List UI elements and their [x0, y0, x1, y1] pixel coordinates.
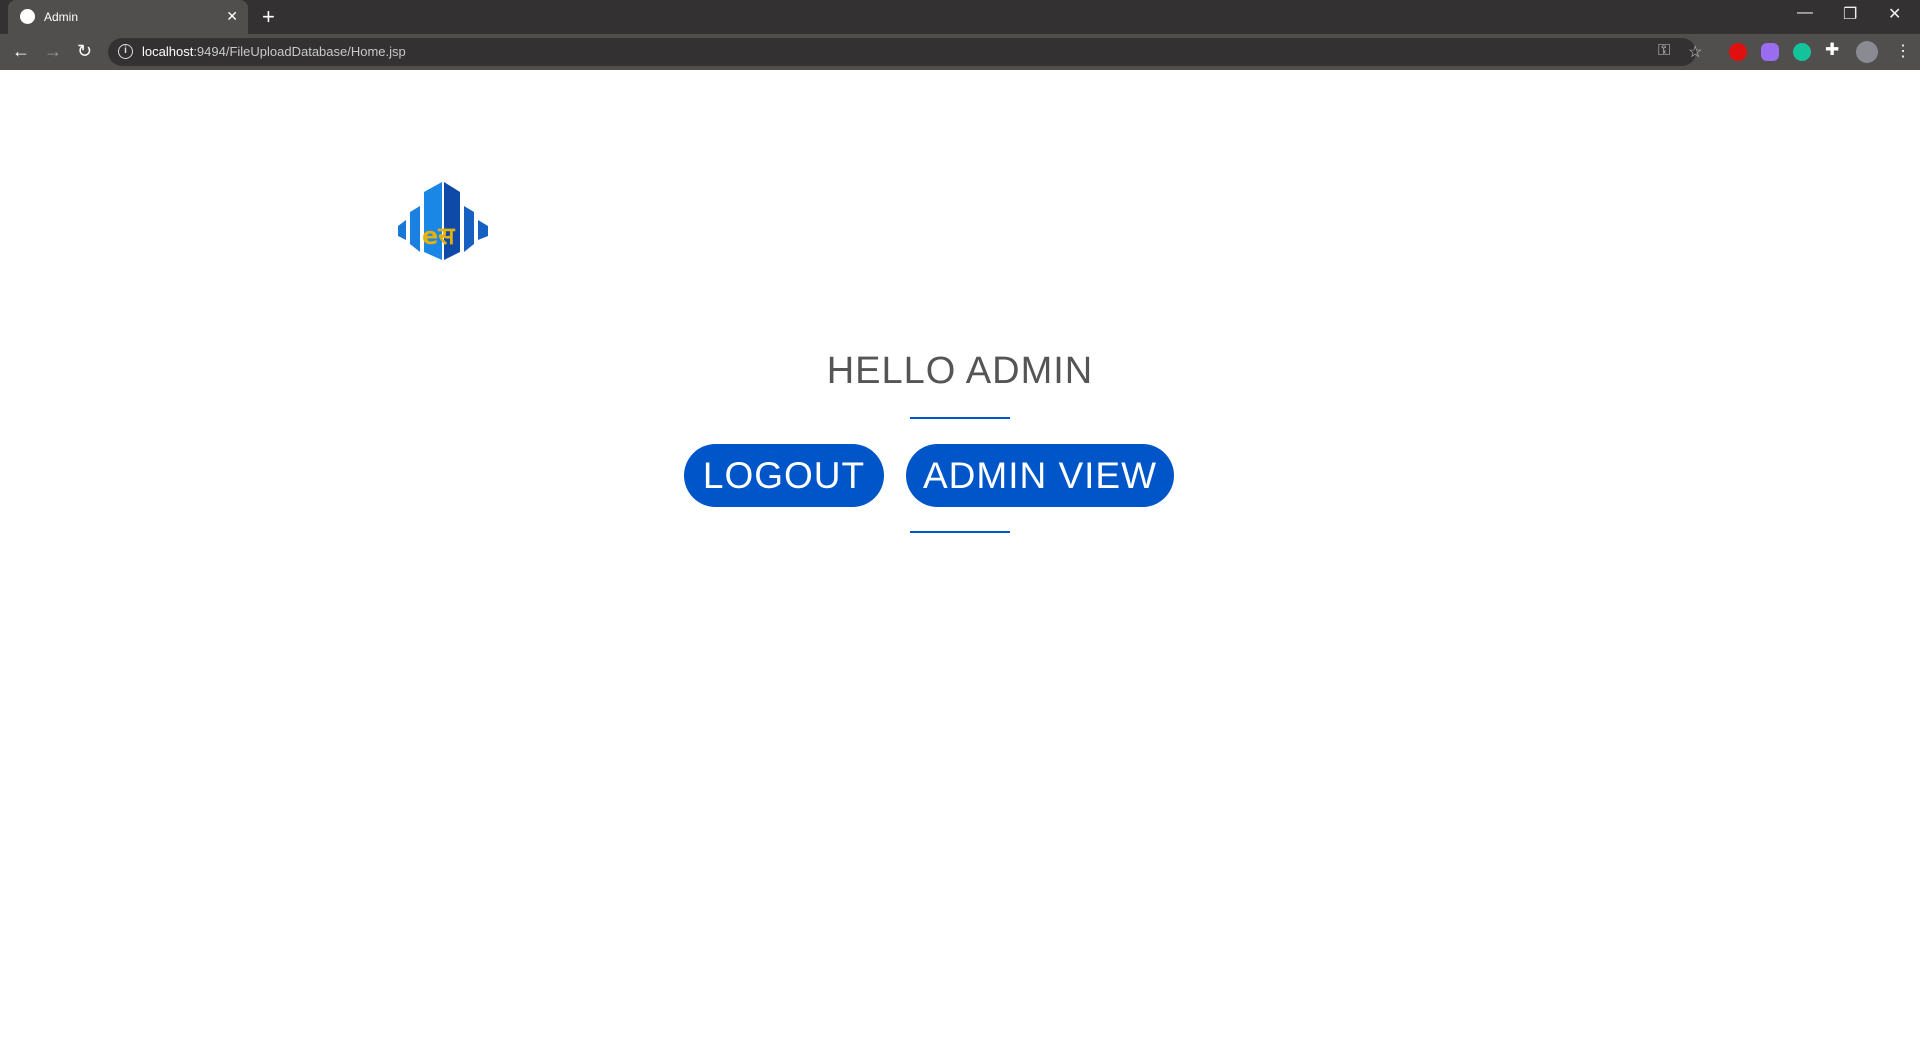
browser-toolbar: ← → ↻ i localhost:9494/FileUploadDatabas…: [0, 34, 1920, 70]
tab-title: Admin: [44, 10, 79, 24]
info-icon[interactable]: i: [118, 44, 133, 59]
divider-bottom: [910, 531, 1010, 533]
forward-icon[interactable]: →: [44, 41, 62, 62]
star-icon[interactable]: ☆: [1688, 42, 1702, 62]
adblock-extension-icon[interactable]: [1729, 43, 1747, 61]
logo: eस: [398, 182, 488, 260]
new-tab-button[interactable]: +: [262, 4, 275, 30]
reload-icon[interactable]: ↻: [77, 41, 92, 62]
browser-tab[interactable]: Admin ✕: [8, 0, 248, 34]
puzzle-icon[interactable]: ✚: [1825, 40, 1839, 60]
address-bar[interactable]: i localhost:9494/FileUploadDatabase/Home…: [108, 38, 1702, 66]
key-icon[interactable]: ⚿: [1658, 42, 1670, 60]
url-text[interactable]: localhost:9494/FileUploadDatabase/Home.j…: [142, 44, 406, 59]
tab-close-button[interactable]: ✕: [226, 8, 238, 25]
grammarly-icon[interactable]: [1793, 43, 1811, 61]
browser-tab-bar: Admin ✕ + — ❐ ✕: [0, 0, 1920, 34]
extension-icon[interactable]: [1761, 43, 1779, 61]
back-icon[interactable]: ←: [12, 41, 30, 62]
svg-text:eस: eस: [422, 222, 455, 250]
minimize-icon[interactable]: —: [1797, 4, 1813, 22]
admin-view-button[interactable]: ADMIN VIEW: [906, 444, 1174, 507]
menu-icon[interactable]: ⋮: [1895, 41, 1911, 61]
avatar[interactable]: [1856, 41, 1878, 63]
close-window-icon[interactable]: ✕: [1888, 4, 1901, 24]
page-heading: HELLO ADMIN: [826, 350, 1094, 392]
logout-button[interactable]: LOGOUT: [684, 444, 884, 507]
divider-top: [910, 417, 1010, 419]
restore-icon[interactable]: ❐: [1843, 4, 1857, 24]
globe-icon: [20, 9, 35, 24]
